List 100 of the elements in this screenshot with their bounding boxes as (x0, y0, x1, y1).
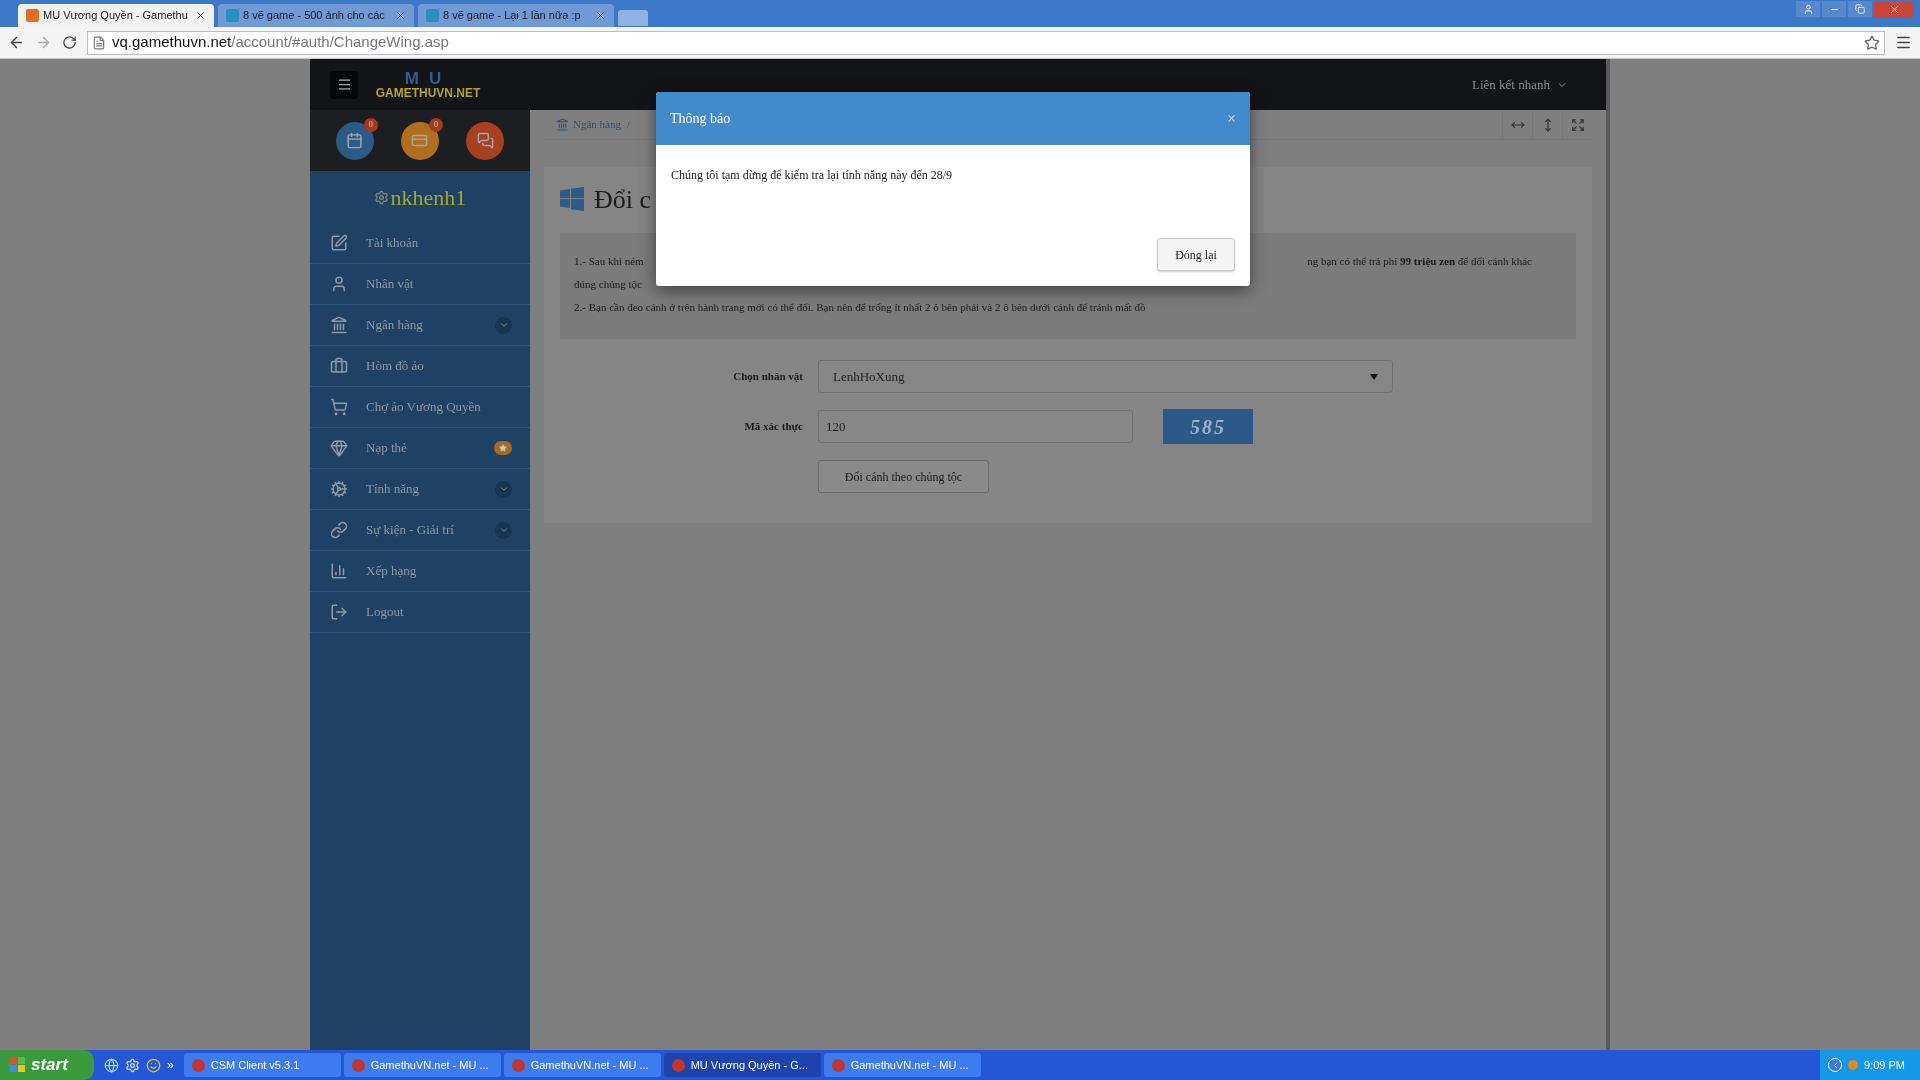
task-label: GamethuVN.net - MU ... (370, 1057, 489, 1073)
close-button[interactable]: × (1226, 106, 1236, 131)
sidebar-menu-item[interactable]: Sự kiện - Giải trí (310, 510, 530, 551)
count-badge: 0 (429, 117, 443, 132)
back-icon[interactable] (8, 34, 25, 51)
url-host: vq.gamethuvn.net (112, 33, 232, 51)
quick-links-dropdown[interactable]: Liên kết nhanh (1472, 74, 1568, 95)
taskbar-task[interactable]: CSM Client v5.3.1 (183, 1053, 341, 1077)
user-icon (330, 275, 348, 293)
site-favicon-icon (426, 9, 439, 22)
task-label: MU Vương Quyền - G... (690, 1057, 808, 1073)
sidebar-menu-item[interactable]: Xếp hạng (310, 551, 530, 592)
menu-label: Xếp hạng (366, 562, 418, 581)
site-favicon-icon (26, 9, 39, 22)
forward-icon[interactable] (35, 34, 52, 51)
logout-icon (330, 603, 348, 621)
bank-icon (556, 118, 569, 131)
captcha-image: 585 (1163, 409, 1253, 444)
expand-chevron-icon (495, 521, 512, 539)
menu-icon (336, 77, 352, 92)
browser-tab[interactable]: 8 vẽ game - 500 ảnh cho các (218, 4, 414, 27)
info-text: đúng chủng tộc (574, 278, 642, 290)
logo-text: GAMETHUVN.NET (375, 86, 481, 100)
taskbar-task[interactable]: GamethuVN.net - MU ... (343, 1053, 501, 1077)
menu-toggle-button[interactable] (330, 70, 358, 99)
menu-label: Nạp thẻ (366, 439, 408, 458)
windows-flag-icon (10, 1057, 26, 1073)
page-title: Đổi c (594, 183, 652, 216)
reload-icon[interactable] (62, 35, 77, 50)
site-favicon-icon (226, 9, 239, 22)
close-icon (1888, 3, 1900, 15)
taskbar-task[interactable]: GamethuVN.net - MU ... (823, 1053, 981, 1077)
task-label: GamethuVN.net - MU ... (850, 1057, 969, 1073)
character-select[interactable]: LenhHoXung (818, 360, 1393, 393)
shortcut-button[interactable] (466, 121, 505, 160)
username: nkhenh1 (390, 183, 467, 212)
menu-label: Tài khoản (366, 234, 420, 253)
profile-button[interactable] (1796, 1, 1820, 17)
browser-icon[interactable] (104, 1057, 119, 1073)
menu-icon[interactable] (1895, 34, 1912, 51)
sidebar-menu-item[interactable]: Ngân hàng (310, 305, 530, 346)
smiley-icon[interactable] (146, 1057, 161, 1073)
browser-tab[interactable]: 8 vẽ game - Lại 1 lần nữa :p (418, 4, 614, 27)
menu-label: Ngân hàng (366, 316, 424, 335)
sidebar-menu-item[interactable]: Nhân vật (310, 264, 530, 305)
breadcrumb-separator: / (626, 117, 631, 133)
sidebar-menu-item[interactable]: Nạp thẻ (310, 428, 530, 469)
logo-backdrop-text: MU (404, 69, 452, 87)
captcha-input[interactable]: 120 (818, 410, 1133, 443)
sidebar-menu-item[interactable]: Logout (310, 592, 530, 633)
restore-icon (1855, 4, 1865, 14)
info-text: 1.- Sau khi ném (574, 254, 644, 269)
url-path: /account/#auth/ChangeWing.asp (231, 33, 449, 51)
menu-label: Chợ ảo Vương Quyền (366, 398, 482, 417)
info-text: ng bạn có thể trả phí 99 triệu zen để đổi cánh khác (1307, 254, 1532, 269)
count-badge: 0 (363, 117, 378, 132)
restore-button[interactable] (1848, 1, 1872, 17)
close-icon[interactable] (395, 10, 406, 21)
task-label: CSM Client v5.3.1 (210, 1057, 300, 1073)
sidebar-menu-item[interactable]: Tính năng (310, 469, 530, 510)
breadcrumb-link[interactable]: Ngân hàng (573, 116, 621, 133)
page-icon (92, 35, 106, 50)
dialog-title: Thông báo (670, 110, 732, 128)
link-icon (330, 521, 348, 539)
sidebar-menu-item[interactable]: Chợ ảo Vương Quyền (310, 387, 530, 428)
menu-label: Logout (366, 603, 405, 622)
calendar-icon (346, 132, 364, 149)
shortcut-button[interactable] (335, 121, 374, 160)
expand-chevron-icon (495, 480, 512, 498)
gear-icon (373, 189, 389, 205)
pen-square-icon (330, 234, 348, 252)
close-dialog-button[interactable]: Đóng lại (1157, 238, 1235, 271)
tab-title: 8 vẽ game - 500 ảnh cho các (243, 8, 386, 24)
start-button[interactable]: start (0, 1050, 94, 1080)
bookmark-star-icon[interactable] (1864, 34, 1880, 51)
more-chevron[interactable]: » (167, 1056, 174, 1074)
address-bar[interactable]: vq.gamethuvn.net/account/#auth/ChangeWing.asp (87, 30, 1885, 55)
menu-label: Nhân vật (366, 275, 415, 294)
chat-icon (476, 132, 494, 149)
menu-label: Tính năng (366, 480, 421, 499)
taskbar-task[interactable]: MU Vương Quyền - G... (663, 1053, 821, 1077)
clock-time: 9:09 PM (1864, 1057, 1905, 1073)
sidebar-menu-item[interactable]: Tài khoản (310, 223, 530, 264)
task-label: GamethuVN.net - MU ... (530, 1057, 649, 1073)
tab-title: MU Vương Quyền - Gamethu (43, 8, 189, 24)
bank-icon (330, 316, 348, 334)
change-wing-button[interactable]: Đổi cánh theo chủng tộc (818, 460, 989, 493)
close-icon[interactable] (595, 10, 606, 21)
star-badge-icon (494, 441, 512, 455)
taskbar-task[interactable]: GamethuVN.net - MU ... (503, 1053, 661, 1077)
close-icon[interactable] (195, 10, 206, 21)
collapse-tray-icon[interactable] (1828, 1058, 1842, 1072)
sidebar-menu-item[interactable]: Hòm đồ ảo (310, 346, 530, 387)
menu-label: Sự kiện - Giải trí (366, 521, 455, 540)
shortcut-button[interactable] (401, 121, 439, 160)
cart-icon (330, 398, 348, 416)
tab-title: 8 vẽ game - Lại 1 lần nữa :p (443, 8, 582, 24)
dropdown-arrow-icon (1370, 373, 1378, 380)
briefcase-icon (330, 357, 348, 375)
browser-tab[interactable]: MU Vương Quyền - Gamethu (18, 4, 214, 27)
